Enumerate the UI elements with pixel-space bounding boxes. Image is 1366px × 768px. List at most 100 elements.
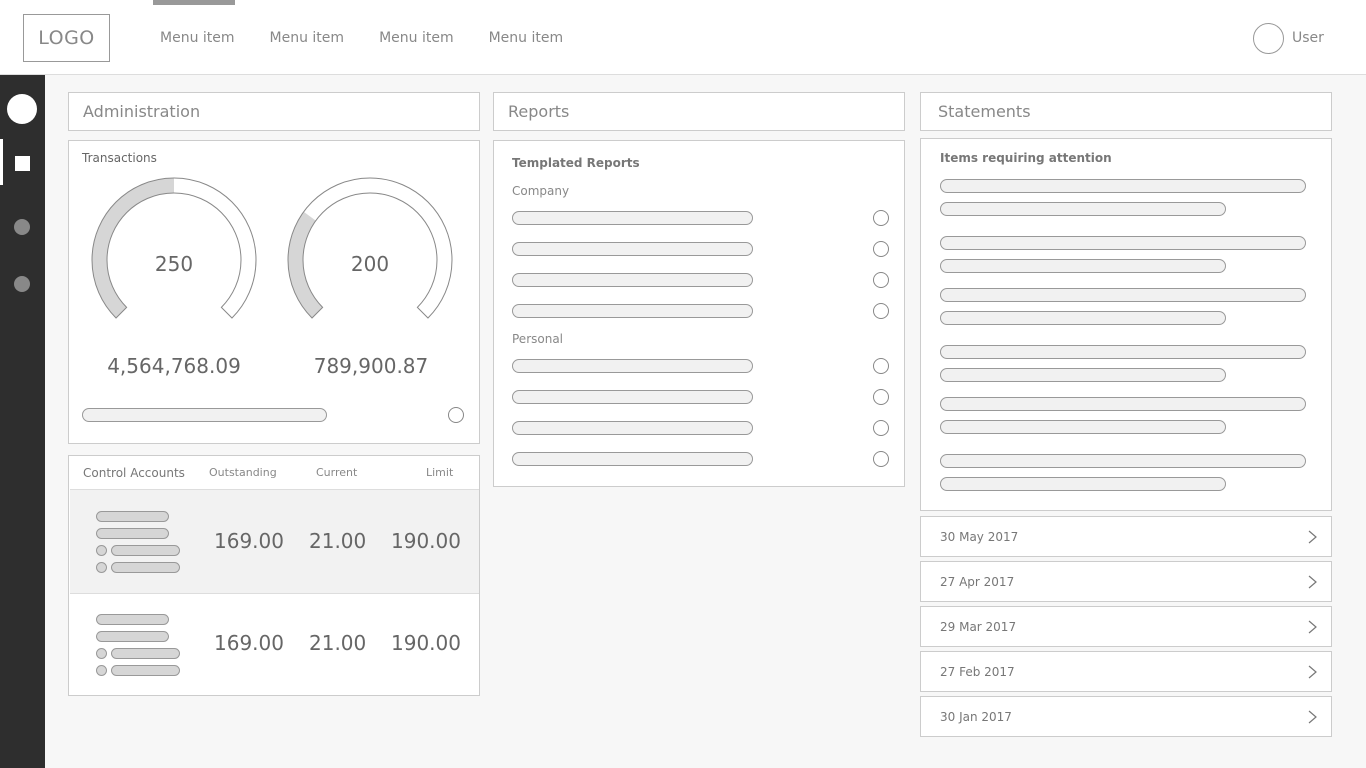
statement-row-5[interactable]: 30 Jan 2017 [920, 696, 1332, 737]
table-row[interactable]: 169.00 21.00 190.00 [70, 489, 479, 594]
attention-item-line[interactable] [940, 368, 1226, 382]
templated-reports-title: Templated Reports [512, 156, 640, 170]
transactions-title: Transactions [82, 151, 157, 165]
row-bullet-icon [96, 562, 107, 573]
report-radio[interactable] [873, 210, 889, 226]
report-item-placeholder[interactable] [512, 273, 753, 287]
statement-row-1[interactable]: 30 May 2017 [920, 516, 1332, 557]
statement-row-3[interactable]: 29 Mar 2017 [920, 606, 1332, 647]
transactions-card: Transactions 250 4,564,768.09 200 789,90… [68, 140, 480, 444]
chevron-right-icon [1308, 575, 1317, 589]
chevron-right-icon [1308, 665, 1317, 679]
attention-item-line[interactable] [940, 345, 1306, 359]
logo[interactable]: LOGO [23, 14, 110, 62]
report-radio[interactable] [873, 272, 889, 288]
statement-date: 30 Jan 2017 [940, 710, 1012, 724]
sidebar-active-indicator [0, 139, 3, 185]
report-radio[interactable] [873, 358, 889, 374]
attention-item-line[interactable] [940, 420, 1226, 434]
table-row[interactable]: 169.00 21.00 190.00 [70, 595, 479, 695]
gauge-2-value: 200 [350, 252, 390, 276]
row-placeholder [96, 614, 169, 625]
report-radio[interactable] [873, 303, 889, 319]
menu-item-3[interactable]: Menu item [379, 30, 454, 46]
sidebar-dashboard-icon[interactable] [15, 156, 30, 171]
row-placeholder [96, 511, 169, 522]
attention-item-line[interactable] [940, 454, 1306, 468]
company-label: Company [512, 184, 570, 198]
row-limit: 190.00 [391, 631, 461, 655]
row-placeholder [111, 545, 180, 556]
row-placeholder [96, 528, 169, 539]
attention-title: Items requiring attention [940, 151, 1112, 165]
attention-card: Items requiring attention [920, 138, 1332, 511]
attention-item-line[interactable] [940, 288, 1306, 302]
attention-item-line[interactable] [940, 259, 1226, 273]
report-radio[interactable] [873, 389, 889, 405]
chevron-right-icon [1308, 530, 1317, 544]
current-header: Current [316, 466, 358, 479]
report-item-placeholder[interactable] [512, 304, 753, 318]
templated-reports-card: Templated Reports Company Personal [493, 140, 905, 487]
menu-item-4[interactable]: Menu item [489, 30, 564, 46]
gauge-1-value: 250 [154, 252, 194, 276]
report-item-placeholder[interactable] [512, 359, 753, 373]
statement-date: 29 Mar 2017 [940, 620, 1017, 634]
limit-header: Limit [426, 466, 454, 479]
transactions-radio[interactable] [448, 407, 464, 423]
attention-item-line[interactable] [940, 179, 1306, 193]
statement-row-2[interactable]: 27 Apr 2017 [920, 561, 1332, 602]
report-radio[interactable] [873, 451, 889, 467]
personal-label: Personal [512, 332, 564, 346]
administration-header: Administration [68, 92, 480, 131]
statement-date: 27 Feb 2017 [940, 665, 1015, 679]
sidebar-nav-icon-1[interactable] [14, 219, 30, 235]
sidebar-profile-icon[interactable] [7, 94, 37, 124]
reports-header: Reports [493, 92, 905, 131]
attention-item-line[interactable] [940, 202, 1226, 216]
report-radio[interactable] [873, 420, 889, 436]
statements-header: Statements [920, 92, 1332, 131]
report-item-placeholder[interactable] [512, 211, 753, 225]
row-outstanding: 169.00 [214, 529, 284, 553]
top-navigation-bar: LOGO Menu item Menu item Menu item Menu … [0, 0, 1366, 75]
control-accounts-header: Control Accounts [83, 466, 185, 480]
attention-item-line[interactable] [940, 397, 1306, 411]
row-bullet-icon [96, 665, 107, 676]
transactions-placeholder-bar [82, 408, 327, 422]
row-placeholder [96, 631, 169, 642]
gauge-fill [92, 178, 174, 318]
menu-item-2[interactable]: Menu item [270, 30, 345, 46]
user-avatar[interactable] [1253, 23, 1284, 54]
main-menu: Menu item Menu item Menu item Menu item [160, 30, 598, 46]
statement-row-4[interactable]: 27 Feb 2017 [920, 651, 1332, 692]
chevron-right-icon [1308, 620, 1317, 634]
report-item-placeholder[interactable] [512, 421, 753, 435]
attention-item-line[interactable] [940, 311, 1226, 325]
menu-item-1[interactable]: Menu item [160, 30, 235, 46]
report-item-placeholder[interactable] [512, 242, 753, 256]
row-limit: 190.00 [391, 529, 461, 553]
control-accounts-card: Control Accounts Outstanding Current Lim… [68, 455, 480, 696]
sidebar-nav-icon-2[interactable] [14, 276, 30, 292]
sidebar [0, 75, 45, 768]
chevron-right-icon [1308, 710, 1317, 724]
row-placeholder [111, 648, 180, 659]
gauge-1-amount: 4,564,768.09 [107, 354, 241, 378]
gauge-2-amount: 789,900.87 [313, 354, 429, 378]
statement-date: 30 May 2017 [940, 530, 1019, 544]
report-item-placeholder[interactable] [512, 452, 753, 466]
statement-date: 27 Apr 2017 [940, 575, 1015, 589]
row-current: 21.00 [309, 529, 367, 553]
user-label[interactable]: User [1292, 30, 1324, 46]
report-radio[interactable] [873, 241, 889, 257]
row-current: 21.00 [309, 631, 367, 655]
row-outstanding: 169.00 [214, 631, 284, 655]
row-bullet-icon [96, 545, 107, 556]
report-item-placeholder[interactable] [512, 390, 753, 404]
attention-item-line[interactable] [940, 236, 1306, 250]
row-placeholder [111, 665, 180, 676]
outstanding-header: Outstanding [209, 466, 277, 479]
attention-item-line[interactable] [940, 477, 1226, 491]
row-placeholder [111, 562, 180, 573]
